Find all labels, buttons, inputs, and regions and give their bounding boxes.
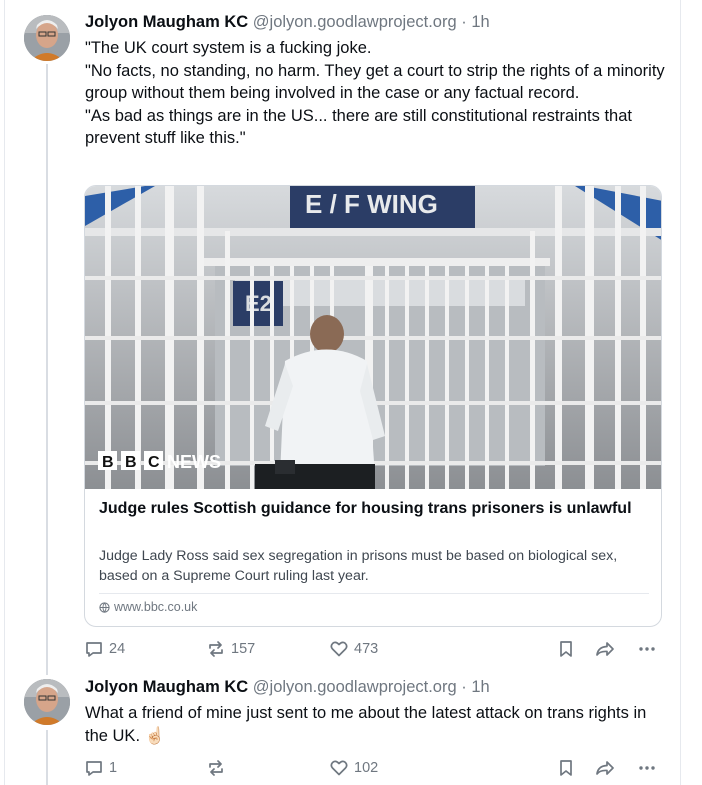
card-description: Judge Lady Ross said sex segregation in … — [99, 548, 618, 584]
svg-text:B: B — [125, 454, 137, 471]
post-paragraph: "The UK court system is a fucking joke. — [85, 39, 372, 57]
svg-text:NEWS: NEWS — [167, 452, 221, 472]
separator: · — [461, 13, 467, 31]
repost-count: 157 — [231, 641, 256, 657]
reply-count: 24 — [109, 641, 126, 657]
repost-icon — [209, 641, 223, 657]
like-count: 102 — [354, 760, 379, 776]
bookmark-button[interactable] — [556, 756, 576, 780]
like-button[interactable]: 473 — [329, 637, 378, 661]
like-button[interactable]: 102 — [329, 756, 378, 780]
like-count: 473 — [354, 641, 379, 657]
thread-connector-line — [46, 64, 48, 675]
post-paragraph: "As bad as things are in the US... there… — [85, 106, 632, 148]
like-icon — [330, 760, 348, 776]
post-paragraph: What a friend of mine just sent to me ab… — [85, 704, 647, 745]
like-icon — [330, 641, 348, 657]
post-time[interactable]: 1h — [471, 678, 489, 696]
share-button[interactable] — [594, 756, 616, 780]
more-button[interactable] — [637, 756, 657, 780]
post-actions: 1 102 — [84, 756, 664, 780]
reply-button[interactable]: 24 — [84, 637, 125, 661]
repost-button[interactable]: 157 — [206, 637, 255, 661]
thread-connector-line — [46, 730, 48, 785]
more-icon — [639, 766, 655, 770]
bookmark-icon — [560, 641, 572, 657]
reply-icon — [86, 642, 102, 657]
reply-count: 1 — [109, 760, 118, 776]
author-name[interactable]: Jolyon Maugham KC — [85, 13, 248, 31]
svg-text:C: C — [148, 454, 160, 471]
bookmark-button[interactable] — [556, 637, 576, 661]
svg-text:B: B — [102, 454, 114, 471]
reply-button[interactable]: 1 — [84, 756, 117, 780]
author-handle[interactable]: @jolyon.goodlawproject.org — [253, 13, 457, 31]
feed-right-border — [680, 0, 681, 785]
repost-button[interactable] — [206, 756, 231, 780]
author-handle[interactable]: @jolyon.goodlawproject.org — [253, 678, 457, 696]
door-sign: E2 — [245, 291, 272, 316]
post-text: What a friend of mine just sent to me ab… — [85, 702, 665, 747]
more-icon — [639, 647, 655, 651]
repost-icon — [209, 760, 223, 776]
bookmark-icon — [560, 760, 572, 776]
card-title: Judge rules Scottish guidance for housin… — [99, 500, 632, 517]
post-actions: 24 157 473 — [84, 637, 664, 661]
author-name[interactable]: Jolyon Maugham KC — [85, 678, 248, 696]
share-icon — [596, 761, 614, 775]
bbc-news-logo: B B C NEWS — [98, 451, 221, 472]
post-text: "The UK court system is a fucking joke. … — [85, 37, 665, 150]
share-button[interactable] — [594, 637, 616, 661]
avatar[interactable] — [24, 679, 70, 725]
pointing-up-emoji: ☝🏻 — [144, 726, 166, 745]
wing-sign: E / F WING — [305, 189, 438, 219]
separator: · — [461, 678, 467, 696]
post-time[interactable]: 1h — [471, 13, 489, 31]
share-icon — [596, 642, 614, 656]
card-domain-text: www.bbc.co.uk — [114, 600, 198, 614]
post-paragraph: "No facts, no standing, no harm. They ge… — [85, 61, 665, 103]
card-image: E2 E / F WING B B C NEWS — [85, 186, 661, 489]
post-header: Jolyon Maugham KC @jolyon.goodlawproject… — [85, 12, 490, 32]
globe-icon — [99, 601, 110, 613]
avatar[interactable] — [24, 15, 70, 61]
reply-icon — [86, 761, 102, 776]
post-header: Jolyon Maugham KC @jolyon.goodlawproject… — [85, 677, 490, 697]
link-preview-card[interactable]: E2 E / F WING B B C NEWS Judge rules Sco… — [84, 185, 662, 627]
card-divider — [99, 593, 649, 594]
feed-left-border — [4, 0, 5, 785]
card-domain: www.bbc.co.uk — [99, 600, 197, 614]
more-button[interactable] — [637, 637, 657, 661]
